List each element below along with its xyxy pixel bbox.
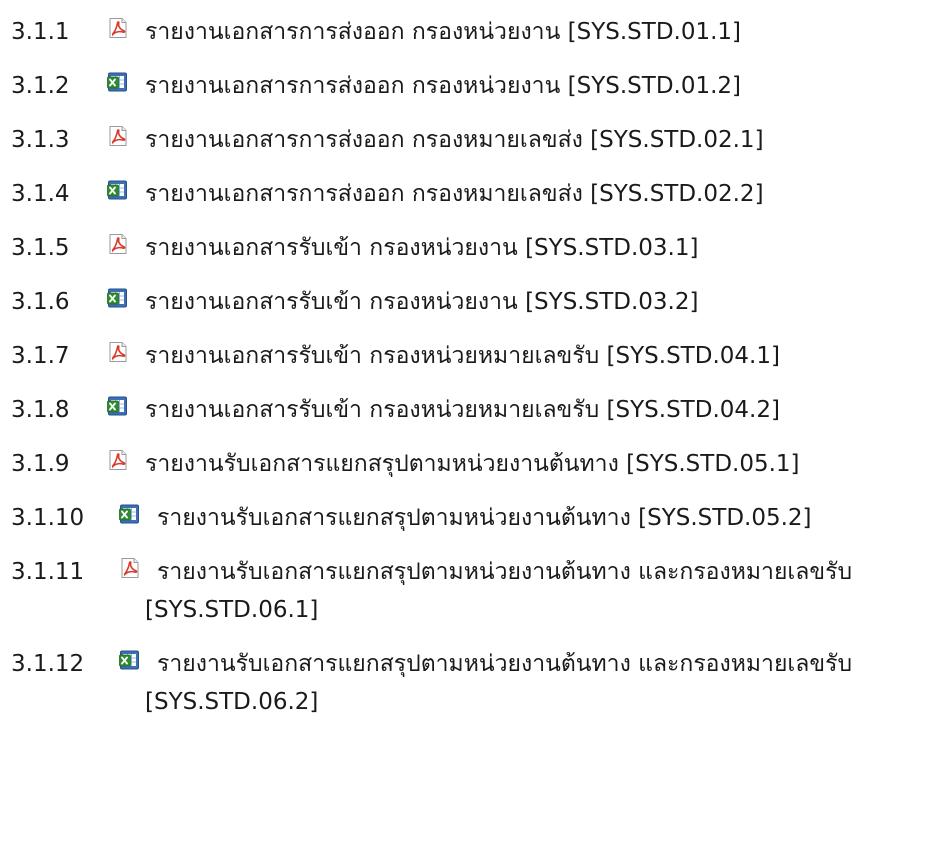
- excel-icon: [119, 503, 141, 525]
- report-item-3-1-10[interactable]: 3.1.10 รายงานรับเอกสารแยกสรุปตามหน่วยงาน…: [11, 500, 941, 554]
- report-item-3-1-9[interactable]: 3.1.9 รายงานรับเอกสารแยกสรุปตามหน่วยงานต…: [11, 446, 941, 500]
- excel-icon: [107, 71, 129, 93]
- report-title[interactable]: รายงานเอกสารรับเข้า กรองหน่วยหมายเลขรับ …: [145, 392, 780, 428]
- item-number: 3.1.4: [11, 181, 70, 207]
- excel-icon: [107, 287, 129, 309]
- item-number: 3.1.3: [11, 127, 70, 153]
- report-item-3-1-6[interactable]: 3.1.6 รายงานเอกสารรับเข้า กรองหน่วยงาน […: [11, 284, 941, 338]
- report-title[interactable]: รายงานรับเอกสารแยกสรุปตามหน่วยงานต้นทาง …: [145, 446, 800, 482]
- pdf-icon: [107, 341, 129, 363]
- report-item-3-1-5[interactable]: 3.1.5 รายงานเอกสารรับเข้า กรองหน่วยงาน […: [11, 230, 941, 284]
- report-item-3-1-3[interactable]: 3.1.3 รายงานเอกสารการส่งออก กรองหมายเลขส…: [11, 122, 941, 176]
- report-list: 3.1.1 รายงานเอกสารการส่งออก กรองหน่วยงาน…: [11, 14, 941, 738]
- report-item-3-1-1[interactable]: 3.1.1 รายงานเอกสารการส่งออก กรองหน่วยงาน…: [11, 14, 941, 68]
- report-title[interactable]: รายงานรับเอกสารแยกสรุปตามหน่วยงานต้นทาง …: [145, 646, 941, 720]
- report-item-3-1-7[interactable]: 3.1.7 รายงานเอกสารรับเข้า กรองหน่วยหมายเ…: [11, 338, 941, 392]
- report-item-3-1-11[interactable]: 3.1.11 รายงานรับเอกสารแยกสรุปตามหน่วยงาน…: [11, 554, 941, 646]
- item-number: 3.1.6: [11, 289, 70, 315]
- report-title[interactable]: รายงานเอกสารรับเข้า กรองหน่วยหมายเลขรับ …: [145, 338, 780, 374]
- pdf-icon: [119, 557, 141, 579]
- item-number: 3.1.12: [11, 651, 85, 677]
- pdf-icon: [107, 449, 129, 471]
- excel-icon: [119, 649, 141, 671]
- excel-icon: [107, 395, 129, 417]
- item-number: 3.1.9: [11, 451, 70, 477]
- item-number: 3.1.7: [11, 343, 70, 369]
- excel-icon: [107, 179, 129, 201]
- item-number: 3.1.10: [11, 505, 85, 531]
- report-title[interactable]: รายงานเอกสารการส่งออก กรองหน่วยงาน [SYS.…: [145, 68, 741, 104]
- report-title[interactable]: รายงานเอกสารรับเข้า กรองหน่วยงาน [SYS.ST…: [145, 284, 698, 320]
- report-title[interactable]: รายงานรับเอกสารแยกสรุปตามหน่วยงานต้นทาง …: [157, 500, 812, 536]
- report-list-page: 3.1.1 รายงานเอกสารการส่งออก กรองหน่วยงาน…: [0, 0, 948, 859]
- report-title[interactable]: รายงานเอกสารการส่งออก กรองหมายเลขส่ง [SY…: [145, 122, 764, 158]
- item-number: 3.1.2: [11, 73, 70, 99]
- pdf-icon: [107, 125, 129, 147]
- item-number: 3.1.11: [11, 559, 85, 585]
- report-title[interactable]: รายงานเอกสารการส่งออก กรองหมายเลขส่ง [SY…: [145, 176, 764, 212]
- report-item-3-1-8[interactable]: 3.1.8 รายงานเอกสารรับเข้า กรองหน่วยหมายเ…: [11, 392, 941, 446]
- item-number: 3.1.1: [11, 19, 70, 45]
- report-item-3-1-4[interactable]: 3.1.4 รายงานเอกสารการส่งออก กรองหมายเลขส…: [11, 176, 941, 230]
- item-number: 3.1.5: [11, 235, 70, 261]
- report-title[interactable]: รายงานเอกสารรับเข้า กรองหน่วยงาน [SYS.ST…: [145, 230, 698, 266]
- report-title[interactable]: รายงานเอกสารการส่งออก กรองหน่วยงาน [SYS.…: [145, 14, 741, 50]
- pdf-icon: [107, 17, 129, 39]
- pdf-icon: [107, 233, 129, 255]
- report-item-3-1-2[interactable]: 3.1.2 รายงานเอกสารการส่งออก กรองหน่วยงาน…: [11, 68, 941, 122]
- item-number: 3.1.8: [11, 397, 70, 423]
- report-item-3-1-12[interactable]: 3.1.12 รายงานรับเอกสารแยกสรุปตามหน่วยงาน…: [11, 646, 941, 738]
- report-title[interactable]: รายงานรับเอกสารแยกสรุปตามหน่วยงานต้นทาง …: [145, 554, 941, 628]
